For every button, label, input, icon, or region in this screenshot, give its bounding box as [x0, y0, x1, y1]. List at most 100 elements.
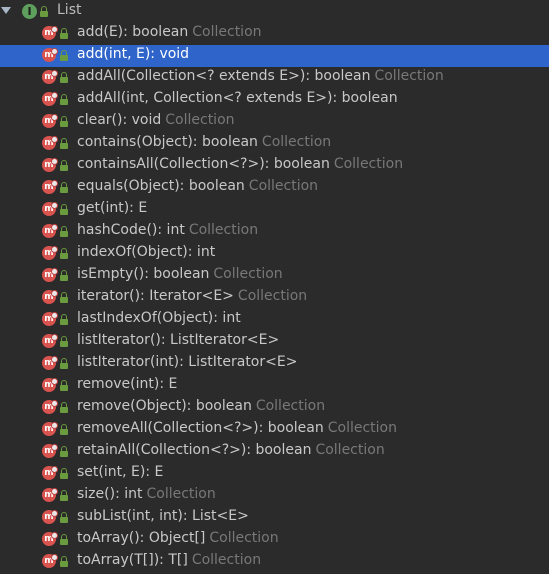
- method-signature-text: equals(Object): boolean: [77, 178, 245, 194]
- public-lock-icon: [60, 446, 68, 457]
- method-icon: m: [42, 180, 58, 194]
- public-lock-icon: [60, 314, 68, 325]
- method-signature: lastIndexOf(Object): int: [77, 310, 241, 326]
- tree-item-method[interactable]: m addAll(Collection<? extends E>): boolea…: [0, 67, 549, 89]
- tree-root-label: List: [57, 2, 82, 18]
- method-icon: m: [42, 92, 58, 106]
- method-signature-text: add(E): boolean: [77, 24, 189, 40]
- tree-item-method[interactable]: m indexOf(Object): int: [0, 243, 549, 265]
- tree-item-method[interactable]: m lastIndexOf(Object): int: [0, 309, 549, 331]
- method-signature-text: size(): int: [77, 486, 143, 502]
- method-signature-text: remove(Object): boolean: [77, 398, 252, 414]
- tree-item-method[interactable]: m contains(Object): boolean Collection: [0, 133, 549, 155]
- method-signature: hashCode(): int Collection: [77, 222, 258, 238]
- method-signature: containsAll(Collection<?>): boolean Colle…: [77, 156, 403, 172]
- tree-item-method[interactable]: m toArray(): Object[] Collection: [0, 529, 549, 551]
- tree-item-method[interactable]: m remove(int): E: [0, 375, 549, 397]
- method-signature-text: add(int, E): void: [77, 46, 190, 62]
- tree-item-method[interactable]: m hashCode(): int Collection: [0, 221, 549, 243]
- tree-root-list[interactable]: I List: [0, 1, 549, 23]
- method-icon: m: [42, 26, 58, 40]
- method-signature: set(int, E): E: [77, 464, 163, 480]
- tree-item-method[interactable]: m removeAll(Collection<?>): boolean Collec…: [0, 419, 549, 441]
- tree-item-method[interactable]: m retainAll(Collection<?>): boolean Collec…: [0, 441, 549, 463]
- method-signature-text: indexOf(Object): int: [77, 244, 216, 260]
- method-icon: m: [42, 70, 58, 84]
- method-icon: m: [42, 400, 58, 414]
- public-lock-icon: [60, 490, 68, 501]
- method-signature: remove(int): E: [77, 376, 177, 392]
- public-lock-icon: [60, 292, 68, 303]
- tree-item-method[interactable]: m listIterator(): ListIterator<E>: [0, 331, 549, 353]
- tree-item-method[interactable]: m clear(): void Collection: [0, 111, 549, 133]
- method-signature: isEmpty(): boolean Collection: [77, 266, 283, 282]
- method-icon: m: [42, 268, 58, 282]
- method-owner: Collection: [188, 222, 259, 238]
- structure-tree: I List m add(E): boolean Collection m add(in…: [0, 0, 549, 574]
- method-icon: m: [42, 202, 58, 216]
- public-lock-icon: [60, 72, 68, 83]
- tree-item-method[interactable]: m subList(int, int): List<E>: [0, 507, 549, 529]
- method-icon: m: [42, 246, 58, 260]
- method-owner: Collection: [146, 486, 216, 502]
- method-signature: iterator(): Iterator<E> Collection: [77, 288, 307, 304]
- public-lock-icon: [60, 556, 68, 567]
- tree-item-method[interactable]: m equals(Object): boolean Collection: [0, 177, 549, 199]
- method-icon: m: [42, 510, 58, 524]
- method-signature-text: lastIndexOf(Object): int: [77, 310, 241, 326]
- method-icon: m: [42, 422, 58, 436]
- tree-item-method[interactable]: m listIterator(int): ListIterator<E>: [0, 353, 549, 375]
- method-owner: Collection: [248, 178, 319, 194]
- tree-item-method[interactable]: m remove(Object): boolean Collection: [0, 397, 549, 419]
- method-signature-text: clear(): void: [77, 112, 162, 128]
- method-icon: m: [42, 356, 58, 370]
- public-lock-icon: [60, 380, 68, 391]
- method-signature-text: listIterator(int): ListIterator<E>: [77, 354, 298, 370]
- tree-item-method[interactable]: m iterator(): Iterator<E> Collection: [0, 287, 549, 309]
- method-icon: m: [42, 48, 58, 62]
- method-icon: m: [42, 532, 58, 546]
- tree-item-method[interactable]: m set(int, E): E: [0, 463, 549, 485]
- method-signature-text: remove(int): E: [77, 376, 178, 392]
- method-signature: get(int): E: [77, 200, 147, 216]
- public-lock-icon: [60, 358, 68, 369]
- method-signature-text: iterator(): Iterator<E>: [77, 288, 234, 304]
- method-signature-text: contains(Object): boolean: [77, 134, 258, 150]
- method-signature-text: retainAll(Collection<?>): boolean: [77, 442, 312, 458]
- public-lock-icon: [60, 534, 68, 545]
- method-owner: Collection: [315, 442, 385, 458]
- tree-item-method[interactable]: m add(E): boolean Collection: [0, 23, 549, 45]
- method-signature-text: toArray(T[]): T[]: [77, 552, 188, 568]
- tree-item-method[interactable]: m isEmpty(): boolean Collection: [0, 265, 549, 287]
- method-signature: equals(Object): boolean Collection: [77, 178, 318, 194]
- method-signature: toArray(T[]): T[] Collection: [77, 552, 261, 568]
- method-icon: m: [42, 136, 58, 150]
- tree-item-method[interactable]: m size(): int Collection: [0, 485, 549, 507]
- method-signature: listIterator(): ListIterator<E>: [77, 332, 279, 348]
- public-lock-icon: [60, 116, 68, 127]
- tree-item-method[interactable]: m containsAll(Collection<?>): boolean Coll…: [0, 155, 549, 177]
- method-signature-text: isEmpty(): boolean: [77, 266, 210, 282]
- method-signature-text: listIterator(): ListIterator<E>: [77, 332, 280, 348]
- chevron-down-icon[interactable]: [1, 7, 11, 14]
- public-lock-icon: [60, 226, 68, 237]
- public-lock-icon: [60, 138, 68, 149]
- tree-item-method[interactable]: m add(int, E): void: [0, 45, 549, 67]
- method-owner: Collection: [165, 112, 235, 128]
- public-lock-icon: [60, 424, 68, 435]
- method-signature: retainAll(Collection<?>): boolean Collect…: [77, 442, 385, 458]
- method-signature: contains(Object): boolean Collection: [77, 134, 331, 150]
- interface-icon: I: [22, 4, 37, 19]
- method-icon: m: [42, 378, 58, 392]
- method-signature-text: get(int): E: [77, 200, 148, 216]
- public-lock-icon: [40, 6, 48, 17]
- method-icon: m: [42, 312, 58, 326]
- tree-item-method[interactable]: m get(int): E: [0, 199, 549, 221]
- method-signature-text: containsAll(Collection<?>): boolean: [77, 156, 330, 172]
- method-signature-text: toArray(): Object[]: [77, 530, 206, 546]
- method-signature-text: subList(int, int): List<E>: [77, 508, 249, 524]
- tree-item-method[interactable]: m toArray(T[]): T[] Collection: [0, 551, 549, 573]
- method-signature: add(int, E): void: [77, 46, 189, 62]
- method-signature-text: removeAll(Collection<?>): boolean: [77, 420, 324, 436]
- tree-item-method[interactable]: m addAll(int, Collection<? extends E>): b…: [0, 89, 549, 111]
